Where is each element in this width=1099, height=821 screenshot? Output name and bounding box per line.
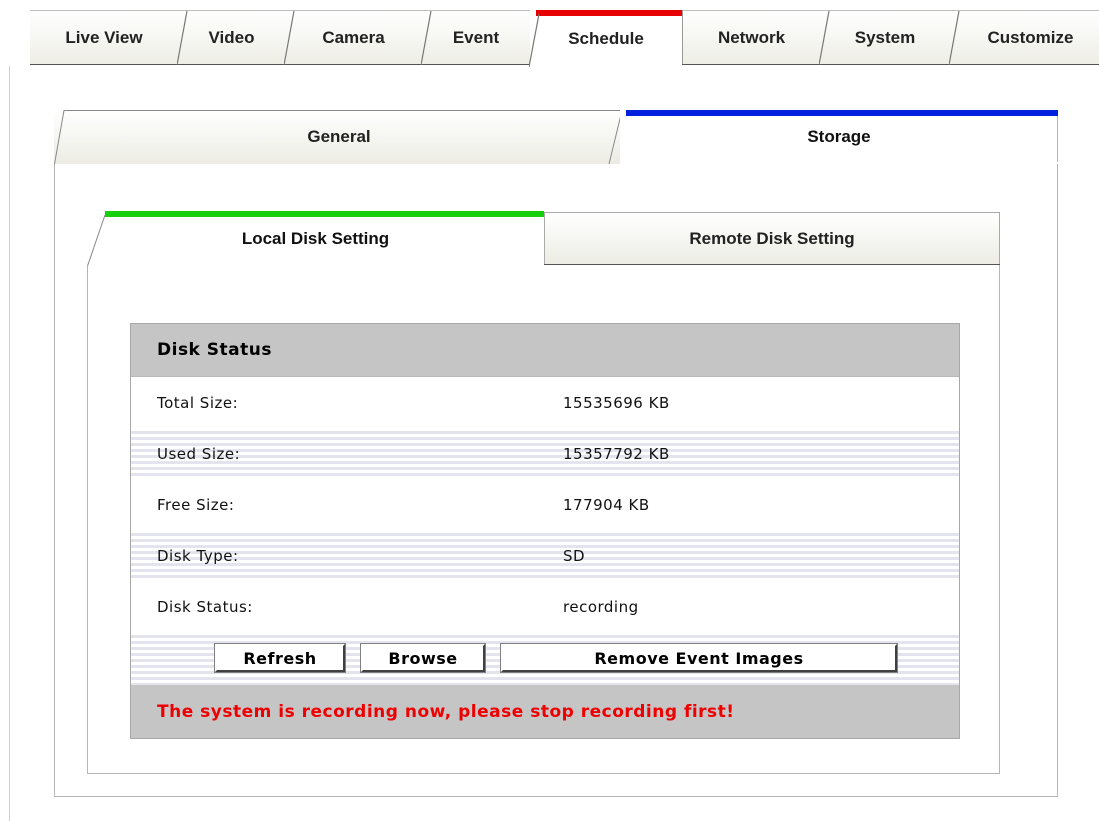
row-label: Disk Type: xyxy=(157,546,239,565)
tab-system-label: System xyxy=(854,27,916,47)
tab-divider xyxy=(177,11,188,65)
row-value: SD xyxy=(563,546,586,565)
tab-customize[interactable]: Customize xyxy=(949,10,1099,65)
tab-divider xyxy=(421,11,432,65)
tab-remote-baseline xyxy=(544,264,1000,265)
row-value: 15535696 KB xyxy=(563,393,670,412)
page-left-border xyxy=(9,66,10,821)
tab-schedule-label: Schedule xyxy=(568,28,644,48)
tab-general-outline xyxy=(54,110,623,164)
row-label: Disk Status: xyxy=(157,597,253,616)
tab-system[interactable]: System xyxy=(819,10,950,65)
active-tab-indicator xyxy=(105,211,544,217)
table-row-free-size: Free Size: 177904 KB xyxy=(131,479,959,530)
row-label: Used Size: xyxy=(157,444,241,463)
tab-camera[interactable]: Camera xyxy=(284,10,422,65)
table-row-used-size: Used Size: 15357792 KB xyxy=(131,428,959,479)
active-tab-indicator xyxy=(536,10,682,16)
disk-actions-row: Refresh Browse Remove Event Images xyxy=(131,632,959,685)
tab-storage[interactable]: Storage xyxy=(620,110,1058,164)
row-value: 15357792 KB xyxy=(563,444,670,463)
tab-divider xyxy=(529,13,540,67)
tab-schedule[interactable]: Schedule xyxy=(529,10,682,67)
remove-event-images-button[interactable]: Remove Event Images xyxy=(500,643,898,673)
table-row-disk-status: Disk Status: recording xyxy=(131,581,959,632)
disk-status-heading: Disk Status xyxy=(131,324,959,377)
tab-video[interactable]: Video xyxy=(177,10,285,65)
row-value: 177904 KB xyxy=(563,495,650,514)
tab-divider xyxy=(949,11,960,65)
disk-status-panel: Disk Status Total Size: 15535696 KB Used… xyxy=(130,323,960,739)
tab-general[interactable]: General xyxy=(54,110,624,164)
active-tab-indicator xyxy=(626,110,1058,116)
tab-network[interactable]: Network xyxy=(682,10,820,64)
table-row-disk-type: Disk Type: SD xyxy=(131,530,959,581)
tab-remote-disk-setting[interactable]: Remote Disk Setting xyxy=(544,212,1000,265)
tab-camera-label: Camera xyxy=(322,27,385,47)
tab-storage-edge xyxy=(1057,116,1058,162)
row-label: Total Size: xyxy=(157,393,239,412)
tab-video-label: Video xyxy=(208,27,255,47)
row-value: recording xyxy=(563,597,639,616)
tab-storage-label: Storage xyxy=(807,127,871,146)
tab-local-disk-setting[interactable]: Local Disk Setting xyxy=(87,211,544,266)
recording-warning: The system is recording now, please stop… xyxy=(131,685,959,738)
table-row-total-size: Total Size: 15535696 KB xyxy=(131,377,959,428)
top-navigation: Live View Video Camera Event Schedule Ne… xyxy=(0,0,1099,67)
tab-remote-disk-setting-label: Remote Disk Setting xyxy=(689,229,855,248)
tab-event[interactable]: Event xyxy=(421,10,530,65)
tab-divider xyxy=(87,214,106,266)
tab-network-label: Network xyxy=(717,27,786,47)
refresh-button[interactable]: Refresh xyxy=(214,643,346,673)
tab-live-view[interactable]: Live View xyxy=(30,10,178,64)
row-label: Free Size: xyxy=(157,495,235,514)
tab-live-view-label: Live View xyxy=(65,27,143,47)
tab-divider xyxy=(819,11,830,65)
tab-event-label: Event xyxy=(452,27,500,47)
tab-local-disk-setting-label: Local Disk Setting xyxy=(241,228,390,248)
tab-customize-label: Customize xyxy=(987,27,1074,47)
tab-divider xyxy=(284,11,295,65)
browse-button[interactable]: Browse xyxy=(360,643,486,673)
